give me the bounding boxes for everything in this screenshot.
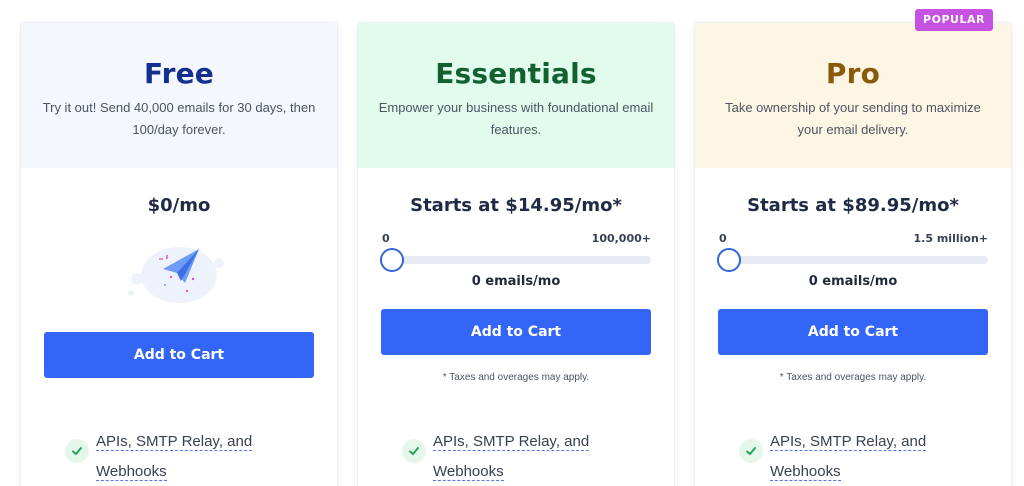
- feature-label[interactable]: APIs, SMTP Relay, and Webhooks: [96, 433, 253, 481]
- slider-track[interactable]: [380, 248, 651, 272]
- slider-min-label: 0: [382, 232, 390, 245]
- feature-link[interactable]: APIs, SMTP Relay, and Webhooks: [770, 427, 970, 486]
- check-icon: [65, 439, 89, 463]
- feature-label[interactable]: APIs, SMTP Relay, and Webhooks: [770, 433, 927, 481]
- plan-description: Take ownership of your sending to maximi…: [725, 100, 981, 137]
- plan-title: Pro: [825, 57, 881, 90]
- add-to-cart-button[interactable]: Add to Cart: [381, 309, 651, 355]
- plan-price: Starts at $89.95/mo*: [747, 195, 959, 216]
- emails-per-month-value: 0 emails/mo: [471, 274, 561, 289]
- feature-label[interactable]: APIs, SMTP Relay, and Webhooks: [433, 433, 590, 481]
- plan-description: Try it out! Send 40,000 emails for 30 da…: [42, 100, 316, 137]
- plan-header: Free Try it out! Send 40,000 emails for …: [21, 23, 337, 168]
- feature-link[interactable]: APIs, SMTP Relay, and Webhooks: [96, 427, 296, 486]
- check-icon: [402, 439, 426, 463]
- plan-header: Essentials Empower your business with fo…: [358, 23, 674, 168]
- plan-price: Starts at $14.95/mo*: [410, 195, 622, 216]
- slider-handle[interactable]: [717, 248, 741, 272]
- feature-item: APIs, SMTP Relay, and Webhooks: [739, 427, 979, 481]
- emails-per-month-value: 0 emails/mo: [808, 274, 898, 289]
- feature-item: APIs, SMTP Relay, and Webhooks: [65, 427, 305, 481]
- plan-card-essentials: Essentials Empower your business with fo…: [357, 22, 675, 486]
- slider-track[interactable]: [717, 248, 988, 272]
- add-to-cart-button[interactable]: Add to Cart: [718, 309, 988, 355]
- slider-max-label: 1.5 million+: [913, 232, 988, 245]
- add-to-cart-button[interactable]: Add to Cart: [44, 332, 314, 378]
- plan-card-pro: Pro Take ownership of your sending to ma…: [694, 22, 1012, 486]
- feature-item: APIs, SMTP Relay, and Webhooks: [402, 427, 642, 481]
- slider-min-label: 0: [719, 232, 727, 245]
- plan-card-free: Free Try it out! Send 40,000 emails for …: [20, 22, 338, 486]
- popular-badge: POPULAR: [915, 9, 993, 31]
- slider-handle[interactable]: [380, 248, 404, 272]
- plan-title: Essentials: [435, 57, 597, 90]
- email-volume-slider[interactable]: 0 1.5 million+: [695, 232, 1011, 272]
- plan-description: Empower your business with foundational …: [378, 100, 654, 137]
- paper-plane-icon: [119, 231, 239, 311]
- tax-note: * Taxes and overages may apply.: [442, 372, 590, 383]
- plan-header: Pro Take ownership of your sending to ma…: [695, 23, 1011, 168]
- tax-note: * Taxes and overages may apply.: [779, 372, 927, 383]
- plan-title: Free: [144, 57, 214, 90]
- email-volume-slider[interactable]: 0 100,000+: [358, 232, 674, 272]
- feature-link[interactable]: APIs, SMTP Relay, and Webhooks: [433, 427, 633, 486]
- slider-max-label: 100,000+: [591, 232, 651, 245]
- plan-price: $0/mo: [147, 195, 211, 216]
- check-icon: [739, 439, 763, 463]
